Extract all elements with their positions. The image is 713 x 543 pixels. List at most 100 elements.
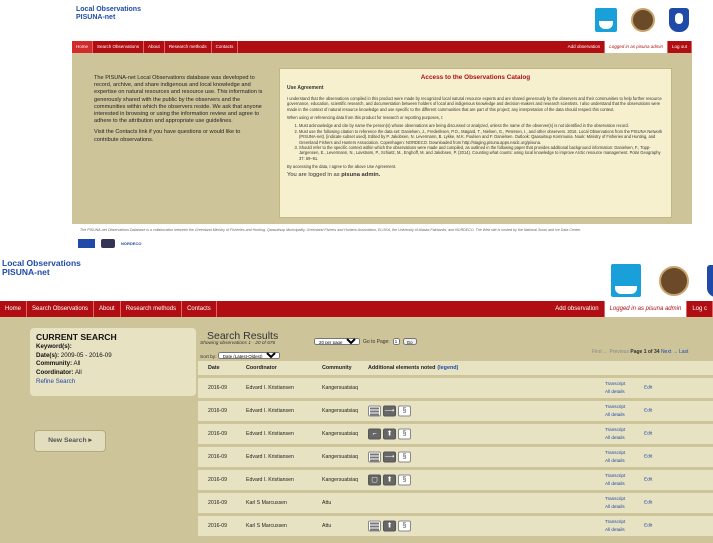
cell-links: Transcript All details — [605, 449, 625, 464]
site-title[interactable]: Local Observations PISUNA-net — [2, 259, 81, 277]
new-search-button[interactable]: New Search ▸ — [34, 430, 106, 452]
landing-body: The PISUNA-net Local Observations databa… — [72, 53, 692, 224]
search-results-page: Local Observations PISUNA-net Home Searc… — [0, 251, 713, 543]
logged-in-user: pisuna admin. — [341, 171, 381, 178]
cell-date: 2016-09 — [208, 431, 228, 437]
pager: First ← Previous Page 1 of 34 Next → Las… — [592, 349, 688, 355]
nav-contacts[interactable]: Contacts — [212, 41, 239, 53]
map-icon: § — [398, 405, 411, 417]
nav-add-observation[interactable]: Add observation — [564, 41, 606, 53]
cell-elements: ▢ ⬆ § — [368, 474, 411, 486]
dates-line: Date(s): 2009-05 - 2016-09 — [36, 351, 112, 359]
edit-link[interactable]: Edit — [644, 432, 652, 437]
col-coordinator: Coordinator — [246, 365, 277, 371]
edit-link[interactable]: Edit — [644, 455, 652, 460]
nav-about[interactable]: About — [94, 301, 121, 317]
knapk-logo — [659, 265, 689, 296]
nav-contacts[interactable]: Contacts — [182, 301, 217, 317]
arrow-up-icon: ⬆ — [383, 428, 396, 440]
greenland-logo — [669, 8, 689, 32]
table-row: 2016-09 Karl S Marcussen Attu Transcript All… — [198, 493, 713, 513]
col-community: Community — [322, 365, 352, 371]
nav-about[interactable]: About — [144, 41, 165, 53]
cell-links: Transcript All details — [605, 380, 625, 395]
window-icon: ▢ — [368, 474, 381, 486]
agreement-paragraph: By accessing the data, I agree to the ab… — [287, 164, 397, 170]
cell-date: 2016-09 — [208, 477, 228, 483]
all-details-link[interactable]: All details — [605, 480, 625, 488]
sort-select[interactable]: Date (Latest-Oldest) — [217, 352, 280, 359]
legend-link[interactable]: (legend) — [437, 365, 458, 371]
nav-search-observations[interactable]: Search Observations — [27, 301, 95, 317]
transcript-link[interactable]: Transcript — [605, 472, 625, 480]
cell-elements: ⟶ § — [368, 451, 411, 463]
edit-link[interactable]: Edit — [644, 501, 652, 506]
cell-date: 2016-09 — [208, 408, 228, 414]
main-body: CURRENT SEARCH Keyword(s): Date(s): 2009… — [0, 317, 713, 543]
all-details-link[interactable]: All details — [605, 526, 625, 534]
edit-link[interactable]: Edit — [644, 386, 652, 391]
pager-first: First — [592, 349, 602, 355]
cell-date: 2016-09 — [208, 385, 228, 391]
edit-link[interactable]: Edit — [644, 409, 652, 414]
cell-coordinator: Edvard I. Kristiansen — [246, 385, 294, 391]
cell-links: Transcript All details — [605, 518, 625, 533]
hook-icon: ⌐ — [368, 428, 381, 440]
map-icon: § — [398, 520, 411, 532]
knapk-logo — [631, 8, 655, 32]
transcript-link[interactable]: Transcript — [605, 495, 625, 503]
agreement-item: Should refer to the specific context wit… — [299, 145, 664, 161]
edit-link[interactable]: Edit — [644, 524, 652, 529]
nav-logout[interactable]: Log out — [668, 41, 692, 53]
fisheries-logo — [78, 239, 95, 248]
cell-coordinator: Edvard I. Kristiansen — [246, 477, 294, 483]
keywords-line: Keyword(s): — [36, 343, 72, 350]
current-search-heading: CURRENT SEARCH — [36, 332, 117, 342]
cell-elements: ⬆ § — [368, 520, 411, 532]
cell-date: 2016-09 — [208, 523, 228, 529]
pager-next[interactable]: Next → — [661, 349, 678, 355]
map-icon: § — [398, 451, 411, 463]
nav-logged-in: Logged in as pisuna admin — [604, 301, 688, 317]
transcript-link[interactable]: Transcript — [605, 449, 625, 457]
panel-heading: Access to the Observations Catalog — [420, 74, 531, 81]
panel-subheading: Use Agreement — [287, 85, 324, 92]
go-button[interactable]: Go — [402, 338, 417, 345]
cell-community: Kangersuatsiaq — [322, 385, 359, 391]
table-row: 2016-09 Edvard I. Kristiansen Kangersuatsi… — [198, 424, 713, 444]
all-details-link[interactable]: All details — [605, 457, 625, 465]
cell-coordinator: Edvard I. Kristiansen — [246, 431, 294, 437]
stack-icon — [368, 451, 381, 463]
refine-search-link[interactable]: Refine Search — [36, 378, 190, 387]
nav-search-observations[interactable]: Search Observations — [93, 41, 145, 53]
transcript-link[interactable]: Transcript — [605, 426, 625, 434]
map-icon: § — [398, 428, 411, 440]
cell-community: Kangersuatsiaq — [322, 454, 359, 460]
nav-logout[interactable]: Log c — [687, 301, 713, 317]
cell-community: Kangersuatsiaq — [322, 408, 359, 414]
all-details-link[interactable]: All details — [605, 503, 625, 511]
nav-home[interactable]: Home — [0, 301, 28, 317]
edit-link[interactable]: Edit — [644, 478, 652, 483]
arrow-up-icon: ⬆ — [383, 474, 396, 486]
site-title[interactable]: Local Observations PISUNA-net — [76, 6, 141, 22]
top-navbar: Home Search Observations About Research … — [72, 41, 692, 53]
transcript-link[interactable]: Transcript — [605, 518, 625, 526]
per-page-select[interactable]: 20 per page — [314, 338, 360, 345]
all-details-link[interactable]: All details — [605, 388, 625, 396]
transcript-link[interactable]: Transcript — [605, 380, 625, 388]
map-icon: § — [398, 474, 411, 486]
nav-home[interactable]: Home — [72, 41, 94, 53]
nav-research-methods[interactable]: Research methods — [121, 301, 183, 317]
col-elements: Additional elements noted (legend) — [368, 365, 459, 371]
all-details-link[interactable]: All details — [605, 434, 625, 442]
nav-add-observation[interactable]: Add observation — [550, 301, 605, 317]
nav-research-methods[interactable]: Research methods — [165, 41, 212, 53]
pager-last[interactable]: Last — [679, 349, 688, 355]
table-row: 2016-09 Edvard I. Kristiansen Kangersuatsi… — [198, 470, 713, 490]
intro-text: The PISUNA-net Local Observations databa… — [94, 75, 266, 148]
goto-page-input[interactable] — [392, 338, 400, 345]
footer-text: The PISUNA-net Observations Database is … — [80, 228, 582, 232]
transcript-link[interactable]: Transcript — [605, 403, 625, 411]
all-details-link[interactable]: All details — [605, 411, 625, 419]
